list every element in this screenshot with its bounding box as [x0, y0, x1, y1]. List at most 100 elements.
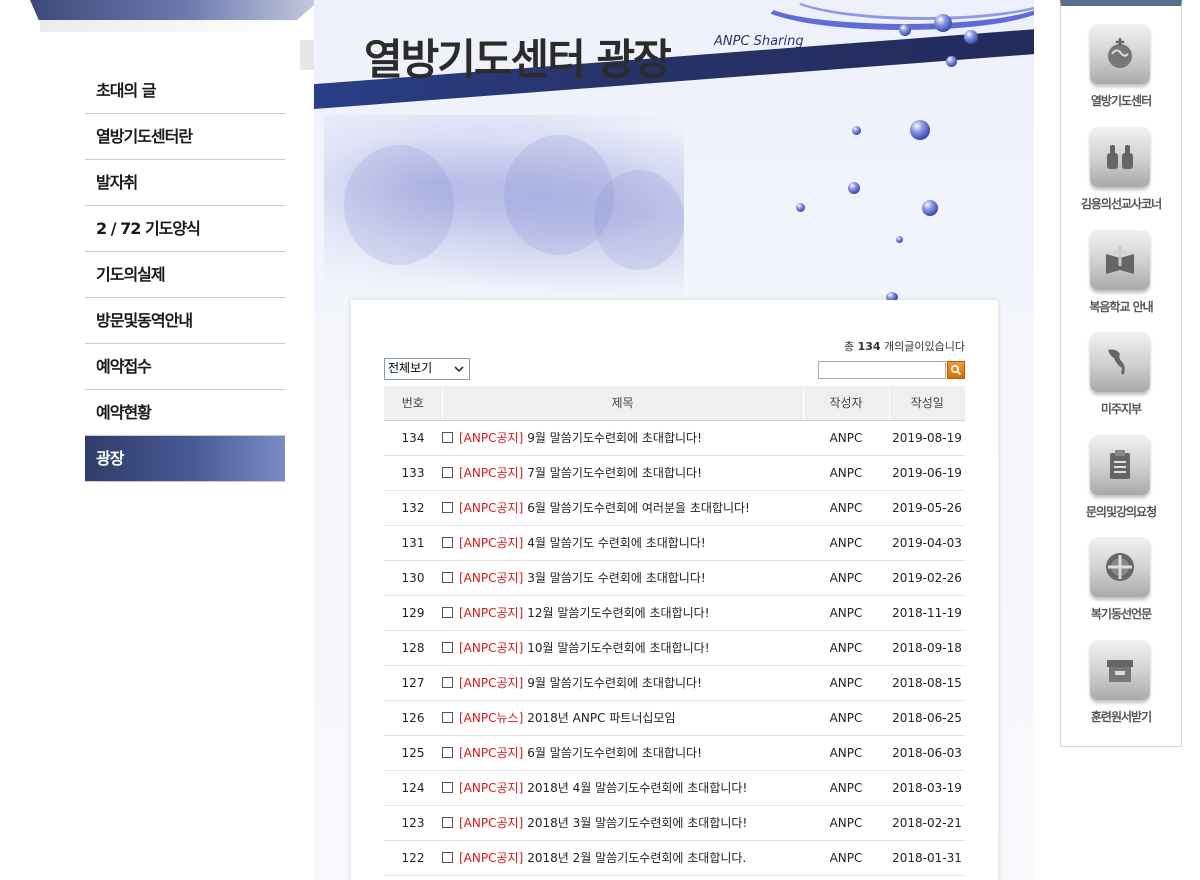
bubble-decor — [886, 292, 898, 300]
board-panel: 총 134 개의글이있습니다 전체보기 번호 제목 작성자 작성일 134 [A… — [351, 300, 998, 880]
menu-item-reservation-status[interactable]: 예약현황 — [85, 390, 285, 436]
menu-item-prayer-practice[interactable]: 기도의실제 — [85, 252, 285, 298]
row-category-tag: [ANPC공지] — [459, 746, 524, 760]
row-checkbox[interactable] — [442, 782, 453, 793]
row-writer: ANPC — [803, 490, 889, 526]
archive-box-icon — [1090, 640, 1150, 700]
menu-item-visit-guide[interactable]: 방문및동역안내 — [85, 298, 285, 344]
row-checkbox[interactable] — [442, 817, 453, 828]
table-row: 134 [ANPC공지] 9월 말씀기도수련회에 초대합니다! ANPC 2019-08… — [384, 420, 965, 456]
row-checkbox[interactable] — [442, 432, 453, 443]
row-num: 122 — [384, 840, 442, 876]
page-title: 열방기도센터 광장 — [364, 35, 672, 84]
menu-item-history[interactable]: 발자취 — [85, 160, 285, 206]
row-title-link[interactable]: 6월 말씀기도수련회에 여러분을 초대합니다! — [527, 501, 750, 515]
row-title-link[interactable]: 6월 말씀기도수련회에 초대합니다! — [527, 746, 702, 760]
menu-item-about[interactable]: 열방기도센터란 — [85, 114, 285, 160]
row-num: 130 — [384, 560, 442, 596]
cross-book-icon — [1090, 230, 1150, 290]
row-category-tag: [ANPC공지] — [459, 606, 524, 620]
row-title-link[interactable]: 2018년 ANPC 파트너십모임 — [527, 711, 675, 725]
table-row: 129 [ANPC공지] 12월 말씀기도수련회에 초대합니다! ANPC 2018-1… — [384, 595, 965, 631]
row-title-link[interactable]: 4월 말씀기도 수련회에 초대합니다! — [527, 536, 705, 550]
row-category-tag: [ANPC뉴스] — [459, 711, 524, 725]
quick-item-label: 열방기도센터 — [1090, 94, 1152, 108]
row-num: 133 — [384, 455, 442, 491]
row-date: 2019-06-19 — [889, 455, 965, 491]
row-title-cell: [ANPC공지] 9월 말씀기도수련회에 초대합니다! — [442, 665, 803, 701]
bubble-decor — [899, 24, 911, 36]
row-checkbox[interactable] — [442, 677, 453, 688]
row-checkbox[interactable] — [442, 537, 453, 548]
col-header-writer: 작성자 — [802, 386, 889, 421]
col-header-num: 번호 — [384, 386, 442, 421]
globe-cross-icon — [1090, 24, 1150, 84]
left-menu: 초대의 글 열방기도센터란 발자취 2 / 72 기도양식 기도의실제 방문및동… — [85, 68, 285, 482]
row-date: 2018-06-03 — [889, 735, 965, 771]
table-row: 131 [ANPC공지] 4월 말씀기도 수련회에 초대합니다! ANPC 2019-0… — [384, 525, 965, 561]
banner-children-photo — [324, 115, 684, 295]
row-writer: ANPC — [803, 420, 889, 456]
quick-item-inquiry[interactable]: 문의및강의요청 — [1061, 435, 1181, 535]
row-title-link[interactable]: 3월 말씀기도 수련회에 초대합니다! — [527, 571, 705, 585]
row-date: 2019-08-19 — [889, 420, 965, 456]
bubble-decor — [934, 14, 952, 32]
row-writer: ANPC — [803, 560, 889, 596]
quick-item-label: 미주지부 — [1100, 402, 1142, 416]
quick-item-label: 복기동선언문 — [1090, 607, 1152, 621]
row-writer: ANPC — [803, 525, 889, 561]
row-title-link[interactable]: 9월 말씀기도수련회에 초대합니다! — [527, 431, 702, 445]
table-header-row: 번호 제목 작성자 작성일 — [384, 386, 965, 421]
row-title-link[interactable]: 7월 말씀기도수련회에 초대합니다! — [527, 466, 702, 480]
row-title-link[interactable]: 2018년 4월 말씀기도수련회에 초대합니다! — [527, 781, 747, 795]
quick-item-gospel-school[interactable]: 복음학교 안내 — [1061, 230, 1181, 330]
row-title-link[interactable]: 10월 말씀기도수련회에 초대합니다! — [527, 641, 709, 655]
row-title-link[interactable]: 2018년 2월 말씀기도수련회에 초대합니다. — [527, 851, 746, 865]
row-checkbox[interactable] — [442, 747, 453, 758]
quick-item-declaration[interactable]: 복기동선언문 — [1061, 537, 1181, 637]
menu-item-plaza[interactable]: 광장 — [85, 436, 285, 482]
bubble-decor — [964, 30, 978, 44]
search-input[interactable] — [818, 361, 946, 379]
row-date: 2019-04-03 — [889, 525, 965, 561]
total-prefix: 총 — [843, 340, 855, 353]
row-checkbox[interactable] — [442, 642, 453, 653]
row-title-link[interactable]: 12월 말씀기도수련회에 초대합니다! — [527, 606, 709, 620]
row-checkbox[interactable] — [442, 502, 453, 513]
row-writer: ANPC — [803, 805, 889, 841]
search-button[interactable] — [947, 361, 965, 379]
quick-item-center[interactable]: 열방기도센터 — [1061, 24, 1181, 124]
row-num: 129 — [384, 595, 442, 631]
row-checkbox[interactable] — [442, 572, 453, 583]
quick-item-application-download[interactable]: 훈련원서받기 — [1061, 640, 1181, 740]
col-header-title: 제목 — [441, 386, 803, 421]
row-checkbox[interactable] — [442, 467, 453, 478]
menu-item-prayer-form[interactable]: 2 / 72 기도양식 — [85, 206, 285, 252]
row-checkbox[interactable] — [442, 852, 453, 863]
row-title-link[interactable]: 2018년 3월 말씀기도수련회에 초대합니다! — [527, 816, 747, 830]
row-title-link[interactable]: 9월 말씀기도수련회에 초대합니다! — [527, 676, 702, 690]
quick-item-label: 문의및강의요청 — [1085, 505, 1157, 519]
photo-face — [594, 170, 684, 270]
row-title-cell: [ANPC공지] 10월 말씀기도수련회에 초대합니다! — [442, 630, 803, 666]
row-category-tag: [ANPC공지] — [459, 676, 524, 690]
table-row: 123 [ANPC공지] 2018년 3월 말씀기도수련회에 초대합니다! ANPC 2… — [384, 805, 965, 841]
row-checkbox[interactable] — [442, 607, 453, 618]
quick-item-us-branch[interactable]: 미주지부 — [1061, 332, 1181, 432]
row-writer: ANPC — [803, 630, 889, 666]
row-category-tag: [ANPC공지] — [459, 816, 524, 830]
table-row: 125 [ANPC공지] 6월 말씀기도수련회에 초대합니다! ANPC 2018-06… — [384, 735, 965, 771]
row-num: 132 — [384, 490, 442, 526]
cross-circle-icon — [1090, 537, 1150, 597]
quick-item-missionary-corner[interactable]: 김용의선교사코너 — [1061, 127, 1181, 227]
thumbs-up-icon — [1090, 127, 1150, 187]
row-category-tag: [ANPC공지] — [459, 536, 524, 550]
row-date: 2018-09-18 — [889, 630, 965, 666]
menu-item-reservation[interactable]: 예약접수 — [85, 344, 285, 390]
table-row: 133 [ANPC공지] 7월 말씀기도수련회에 초대합니다! ANPC 2019-06… — [384, 455, 965, 491]
table-row: 128 [ANPC공지] 10월 말씀기도수련회에 초대합니다! ANPC 2018-0… — [384, 630, 965, 666]
menu-item-invitation[interactable]: 초대의 글 — [85, 68, 285, 114]
category-filter-select[interactable]: 전체보기 — [384, 358, 470, 380]
row-writer: ANPC — [803, 840, 889, 876]
row-checkbox[interactable] — [442, 712, 453, 723]
